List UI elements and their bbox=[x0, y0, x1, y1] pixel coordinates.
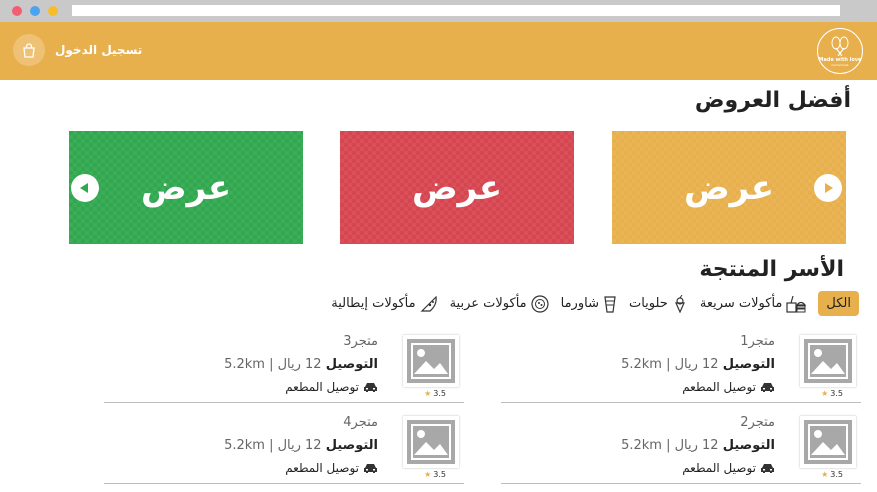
rating-value: 3.5 bbox=[830, 389, 843, 398]
minimize-window-dot[interactable] bbox=[30, 6, 40, 16]
store-rating: ★ 3.5 bbox=[821, 389, 843, 398]
store-card[interactable]: ★ 3.5 متجر1 التوصيل 12 ريال | 5.2km توصيل… bbox=[501, 331, 861, 403]
rating-value: 3.5 bbox=[433, 470, 446, 479]
carousel-prev-button[interactable] bbox=[71, 174, 99, 202]
store-delivery-info: التوصيل 12 ريال | 5.2km bbox=[224, 357, 378, 372]
offers-title: أفضل العروض bbox=[694, 88, 851, 113]
delivery-label: التوصيل bbox=[325, 438, 378, 453]
store-name: متجر4 bbox=[343, 415, 378, 430]
fast-food-icon bbox=[786, 295, 807, 313]
close-window-dot[interactable] bbox=[12, 6, 22, 16]
image-placeholder-icon bbox=[804, 420, 852, 464]
delivery-type-label: توصيل المطعم bbox=[285, 380, 359, 394]
store-image bbox=[800, 335, 856, 387]
car-icon bbox=[761, 382, 774, 392]
delivery-type-label: توصيل المطعم bbox=[285, 461, 359, 475]
category-fast-food[interactable]: مأكولات سريعة bbox=[700, 295, 807, 313]
whisk-icon bbox=[831, 36, 849, 56]
delivery-label: التوصيل bbox=[722, 357, 775, 372]
offer-banner-3[interactable]: عرض bbox=[69, 131, 303, 244]
pizza-icon bbox=[420, 295, 437, 312]
delivery-price: 12 ريال bbox=[674, 357, 719, 372]
offer-banner-label: عرض bbox=[683, 167, 775, 208]
image-placeholder-icon bbox=[407, 420, 455, 464]
site-header: تسجيل الدخول Made with love homemade bbox=[0, 22, 877, 80]
store-image bbox=[403, 416, 459, 468]
arrow-right-icon bbox=[825, 183, 833, 193]
category-italian-food[interactable]: مأكولات إيطالية bbox=[331, 295, 437, 313]
arabic-food-icon bbox=[531, 294, 549, 313]
store-image bbox=[403, 335, 459, 387]
store-card[interactable]: ★ 3.5 متجر4 التوصيل 12 ريال | 5.2km توصيل… bbox=[104, 412, 464, 484]
store-card[interactable]: ★ 3.5 متجر3 التوصيل 12 ريال | 5.2km توصيل… bbox=[104, 331, 464, 403]
store-card[interactable]: ★ 3.5 متجر2 التوصيل 12 ريال | 5.2km توصيل… bbox=[501, 412, 861, 484]
star-icon: ★ bbox=[424, 470, 432, 479]
delivery-price: 12 ريال bbox=[277, 357, 322, 372]
carousel-next-button[interactable] bbox=[814, 174, 842, 202]
store-name: متجر1 bbox=[740, 334, 775, 349]
shawarma-icon bbox=[604, 295, 616, 313]
category-arabic-food[interactable]: مأكولات عربية bbox=[449, 294, 549, 313]
star-icon: ★ bbox=[424, 389, 432, 398]
store-distance: 5.2km bbox=[621, 357, 662, 372]
rating-value: 3.5 bbox=[433, 389, 446, 398]
car-icon bbox=[364, 382, 377, 392]
category-desserts[interactable]: حلويات bbox=[628, 294, 688, 313]
store-rating: ★ 3.5 bbox=[424, 470, 446, 479]
delivery-type-label: توصيل المطعم bbox=[682, 380, 756, 394]
login-link[interactable]: تسجيل الدخول bbox=[55, 43, 142, 57]
delivery-price: 12 ريال bbox=[674, 438, 719, 453]
car-icon bbox=[761, 463, 774, 473]
category-shawarma[interactable]: شاورما bbox=[561, 295, 617, 313]
store-rating: ★ 3.5 bbox=[424, 389, 446, 398]
delivery-label: التوصيل bbox=[722, 438, 775, 453]
category-label: مأكولات عربية bbox=[449, 296, 527, 311]
families-title: الأسر المنتجة bbox=[699, 257, 844, 282]
store-delivery-type: توصيل المطعم bbox=[285, 380, 378, 394]
store-delivery-info: التوصيل 12 ريال | 5.2km bbox=[621, 438, 775, 453]
offer-banner-label: عرض bbox=[140, 167, 232, 208]
store-delivery-type: توصيل المطعم bbox=[285, 461, 378, 475]
store-image bbox=[800, 416, 856, 468]
address-bar[interactable] bbox=[72, 5, 840, 16]
store-name: متجر2 bbox=[740, 415, 775, 430]
arrow-left-icon bbox=[80, 183, 88, 193]
site-logo[interactable]: Made with love homemade bbox=[817, 28, 863, 74]
store-delivery-info: التوصيل 12 ريال | 5.2km bbox=[621, 357, 775, 372]
delivery-label: التوصيل bbox=[325, 357, 378, 372]
store-rating: ★ 3.5 bbox=[821, 470, 843, 479]
star-icon: ★ bbox=[821, 470, 829, 479]
category-label: مأكولات سريعة bbox=[699, 296, 783, 311]
browser-chrome bbox=[0, 0, 877, 22]
store-delivery-type: توصيل المطعم bbox=[682, 380, 775, 394]
store-delivery-type: توصيل المطعم bbox=[682, 461, 775, 475]
car-icon bbox=[364, 463, 377, 473]
logo-subtext: homemade bbox=[831, 62, 849, 67]
category-label: الكل bbox=[826, 296, 851, 311]
store-distance: 5.2km bbox=[621, 438, 662, 453]
offer-banner-label: عرض bbox=[411, 167, 503, 208]
category-filter: الكل مأكولات سريعة حلويات شاورما مأكولات… bbox=[331, 291, 859, 316]
shopping-bag-icon bbox=[23, 42, 35, 58]
maximize-window-dot[interactable] bbox=[48, 6, 58, 16]
category-label: شاورما bbox=[560, 296, 599, 311]
category-label: حلويات bbox=[628, 296, 668, 311]
cart-button[interactable] bbox=[13, 34, 45, 66]
store-distance: 5.2km bbox=[224, 438, 265, 453]
offer-banner-2[interactable]: عرض bbox=[340, 131, 574, 244]
dessert-icon bbox=[674, 294, 685, 313]
offer-banner-1[interactable]: عرض bbox=[612, 131, 846, 244]
star-icon: ★ bbox=[821, 389, 829, 398]
store-name: متجر3 bbox=[343, 334, 378, 349]
store-delivery-info: التوصيل 12 ريال | 5.2km bbox=[224, 438, 378, 453]
image-placeholder-icon bbox=[804, 339, 852, 383]
rating-value: 3.5 bbox=[830, 470, 843, 479]
category-all[interactable]: الكل bbox=[818, 291, 859, 316]
category-label: مأكولات إيطالية bbox=[331, 296, 416, 311]
delivery-price: 12 ريال bbox=[277, 438, 322, 453]
store-distance: 5.2km bbox=[224, 357, 265, 372]
image-placeholder-icon bbox=[407, 339, 455, 383]
delivery-type-label: توصيل المطعم bbox=[682, 461, 756, 475]
